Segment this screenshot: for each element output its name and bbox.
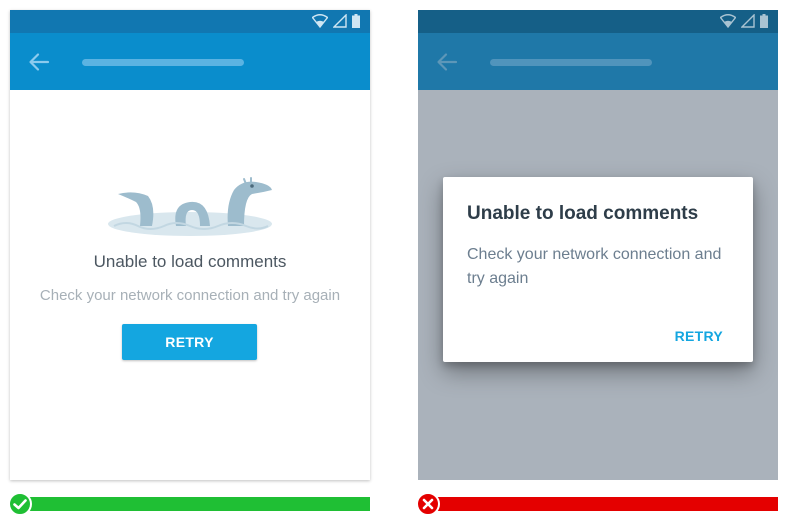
phone-screen-incorrect: Unable to load comments Check your netwo… — [418, 10, 778, 480]
dialog-retry-button[interactable]: RETRY — [675, 328, 723, 344]
cellular-signal-icon — [333, 14, 347, 28]
cellular-signal-icon — [741, 14, 755, 28]
wifi-icon — [312, 14, 328, 28]
app-bar — [418, 33, 778, 90]
empty-state-title: Unable to load comments — [93, 252, 287, 271]
retry-button[interactable]: RETRY — [122, 324, 257, 360]
app-bar — [10, 33, 370, 90]
empty-state-message: Check your network connection and try ag… — [39, 287, 341, 304]
incorrect-indicator-bar — [428, 497, 778, 511]
dialog-title: Unable to load comments — [467, 203, 699, 224]
sea-serpent-illustration — [108, 177, 272, 236]
wifi-icon — [720, 14, 736, 28]
title-placeholder — [490, 59, 652, 66]
battery-icon — [352, 14, 360, 28]
error-dialog: Unable to load comments Check your netwo… — [443, 177, 753, 362]
phone-screen-correct: Unable to load comments Check your netwo… — [10, 10, 370, 480]
back-arrow-icon — [437, 53, 458, 71]
empty-state: Unable to load comments Check your netwo… — [10, 90, 370, 480]
title-placeholder — [82, 59, 244, 66]
checkmark-icon — [8, 492, 32, 516]
close-icon — [416, 492, 440, 516]
battery-icon — [760, 14, 768, 28]
status-bar — [418, 10, 778, 33]
correct-indicator-bar — [18, 497, 370, 511]
scrim-overlay: Unable to load comments Check your netwo… — [418, 90, 778, 480]
status-bar — [10, 10, 370, 33]
back-arrow-icon[interactable] — [28, 52, 50, 72]
dialog-message: Check your network connection and try ag… — [467, 246, 722, 287]
